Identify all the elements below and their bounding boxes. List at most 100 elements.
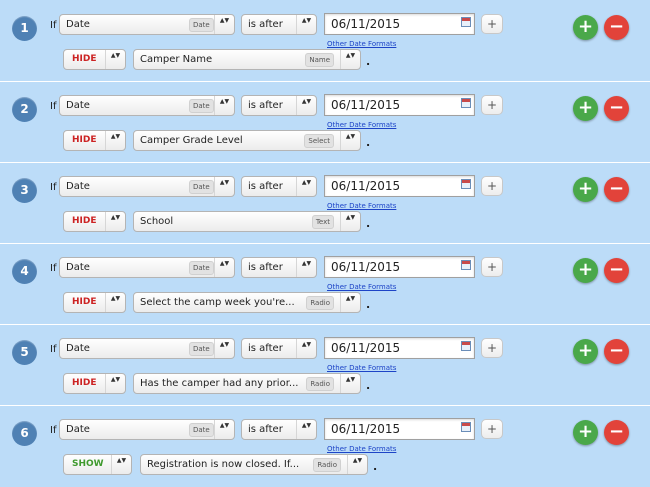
- action-select[interactable]: HIDE ▲▼: [63, 130, 126, 151]
- delete-rule-button[interactable]: −: [604, 177, 629, 202]
- other-date-formats-link[interactable]: Other Date Formats: [327, 445, 396, 453]
- rule-number-badge: 2: [12, 97, 37, 122]
- calendar-icon[interactable]: [461, 179, 471, 189]
- date-value: 06/11/2015: [331, 17, 401, 31]
- delete-rule-button[interactable]: −: [604, 96, 629, 121]
- other-date-formats-link[interactable]: Other Date Formats: [327, 202, 396, 210]
- select-arrows-icon: ▲▼: [296, 258, 316, 277]
- add-condition-button[interactable]: +: [481, 257, 503, 277]
- target-field-value: School: [140, 216, 174, 227]
- add-condition-button[interactable]: +: [481, 419, 503, 439]
- rule-number-badge: 4: [12, 259, 37, 284]
- other-date-formats-link[interactable]: Other Date Formats: [327, 40, 396, 48]
- target-type-tag: Text: [311, 215, 334, 229]
- delete-rule-button[interactable]: −: [604, 420, 629, 445]
- field-type-tag: Date: [189, 423, 214, 437]
- action-select[interactable]: SHOW ▲▼: [63, 454, 132, 475]
- date-input[interactable]: 06/11/2015: [324, 418, 475, 440]
- delete-rule-button[interactable]: −: [604, 15, 629, 40]
- action-select[interactable]: HIDE ▲▼: [63, 211, 126, 232]
- calendar-icon[interactable]: [461, 98, 471, 108]
- add-condition-button[interactable]: +: [481, 14, 503, 34]
- add-rule-button[interactable]: +: [573, 339, 598, 364]
- target-field-select[interactable]: Registration is now closed. If... Radio …: [140, 454, 368, 475]
- if-label: If: [50, 344, 57, 355]
- rule-row: 6 If Date Date ▲▼ is after ▲▼ 06/11/2015…: [0, 405, 650, 486]
- calendar-icon[interactable]: [461, 260, 471, 270]
- action-select[interactable]: HIDE ▲▼: [63, 292, 126, 313]
- target-field-select[interactable]: Camper Grade Level Select ▲▼: [133, 130, 361, 151]
- add-rule-button[interactable]: +: [573, 177, 598, 202]
- condition-field-select[interactable]: Date Date ▲▼: [59, 14, 235, 35]
- condition-field-value: Date: [66, 262, 90, 273]
- date-value: 06/11/2015: [331, 422, 401, 436]
- if-label: If: [50, 425, 57, 436]
- action-value: SHOW: [72, 459, 104, 469]
- date-input[interactable]: 06/11/2015: [324, 94, 475, 116]
- other-date-formats-link[interactable]: Other Date Formats: [327, 283, 396, 291]
- rule-row: 1 If Date Date ▲▼ is after ▲▼ 06/11/2015…: [0, 0, 650, 82]
- operator-value: is after: [248, 424, 283, 435]
- delete-rule-button[interactable]: −: [604, 258, 629, 283]
- sentence-period: .: [366, 55, 371, 68]
- calendar-icon[interactable]: [461, 17, 471, 27]
- add-condition-button[interactable]: +: [481, 95, 503, 115]
- target-field-select[interactable]: School Text ▲▼: [133, 211, 361, 232]
- operator-select[interactable]: is after ▲▼: [241, 14, 317, 35]
- target-field-select[interactable]: Select the camp week you're... Radio ▲▼: [133, 292, 361, 313]
- condition-field-value: Date: [66, 181, 90, 192]
- action-select[interactable]: HIDE ▲▼: [63, 373, 126, 394]
- calendar-icon[interactable]: [461, 341, 471, 351]
- operator-value: is after: [248, 100, 283, 111]
- condition-field-value: Date: [66, 343, 90, 354]
- select-arrows-icon: ▲▼: [214, 258, 234, 277]
- target-type-tag: Select: [304, 134, 334, 148]
- operator-select[interactable]: is after ▲▼: [241, 176, 317, 197]
- add-rule-button[interactable]: +: [573, 96, 598, 121]
- select-arrows-icon: ▲▼: [214, 96, 234, 115]
- target-type-tag: Radio: [306, 377, 334, 391]
- condition-field-value: Date: [66, 100, 90, 111]
- if-label: If: [50, 101, 57, 112]
- add-rule-button[interactable]: +: [573, 420, 598, 445]
- select-arrows-icon: ▲▼: [214, 15, 234, 34]
- add-condition-button[interactable]: +: [481, 338, 503, 358]
- add-condition-button[interactable]: +: [481, 176, 503, 196]
- action-value: HIDE: [72, 54, 97, 64]
- date-input[interactable]: 06/11/2015: [324, 256, 475, 278]
- operator-select[interactable]: is after ▲▼: [241, 95, 317, 116]
- field-type-tag: Date: [189, 18, 214, 32]
- target-field-select[interactable]: Camper Name Name ▲▼: [133, 49, 361, 70]
- operator-select[interactable]: is after ▲▼: [241, 257, 317, 278]
- action-select[interactable]: HIDE ▲▼: [63, 49, 126, 70]
- condition-field-select[interactable]: Date Date ▲▼: [59, 257, 235, 278]
- other-date-formats-link[interactable]: Other Date Formats: [327, 364, 396, 372]
- date-input[interactable]: 06/11/2015: [324, 337, 475, 359]
- operator-value: is after: [248, 181, 283, 192]
- other-date-formats-link[interactable]: Other Date Formats: [327, 121, 396, 129]
- add-rule-button[interactable]: +: [573, 258, 598, 283]
- target-field-value: Camper Grade Level: [140, 135, 243, 146]
- add-rule-button[interactable]: +: [573, 15, 598, 40]
- action-value: HIDE: [72, 216, 97, 226]
- select-arrows-icon: ▲▼: [105, 50, 125, 69]
- condition-field-value: Date: [66, 424, 90, 435]
- condition-field-select[interactable]: Date Date ▲▼: [59, 176, 235, 197]
- condition-field-select[interactable]: Date Date ▲▼: [59, 95, 235, 116]
- action-value: HIDE: [72, 297, 97, 307]
- calendar-icon[interactable]: [461, 422, 471, 432]
- target-field-value: Camper Name: [140, 54, 213, 65]
- operator-select[interactable]: is after ▲▼: [241, 419, 317, 440]
- sentence-period: .: [373, 460, 378, 473]
- select-arrows-icon: ▲▼: [296, 15, 316, 34]
- target-field-value: Registration is now closed. If...: [147, 459, 300, 470]
- date-input[interactable]: 06/11/2015: [324, 13, 475, 35]
- delete-rule-button[interactable]: −: [604, 339, 629, 364]
- condition-field-select[interactable]: Date Date ▲▼: [59, 419, 235, 440]
- rule-row: 5 If Date Date ▲▼ is after ▲▼ 06/11/2015…: [0, 324, 650, 406]
- condition-field-select[interactable]: Date Date ▲▼: [59, 338, 235, 359]
- date-input[interactable]: 06/11/2015: [324, 175, 475, 197]
- select-arrows-icon: ▲▼: [296, 177, 316, 196]
- target-field-select[interactable]: Has the camper had any prior... Radio ▲▼: [133, 373, 361, 394]
- operator-select[interactable]: is after ▲▼: [241, 338, 317, 359]
